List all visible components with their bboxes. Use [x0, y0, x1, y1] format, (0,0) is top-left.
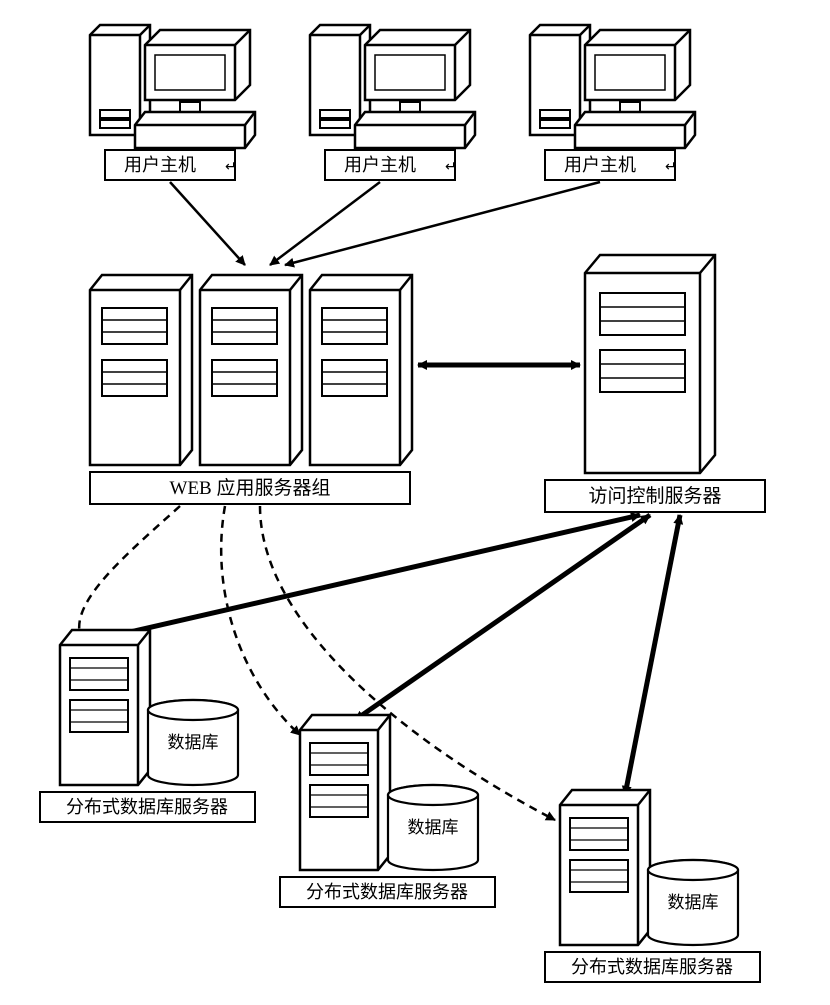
dist-db-server-2-label: 分布式数据库服务器 [306, 882, 468, 902]
web-server-group-label-box: WEB 应用服务器组 [90, 472, 410, 504]
web-server-group-label: WEB 应用服务器组 [170, 477, 331, 499]
dist-db-server-1-label: 分布式数据库服务器 [66, 797, 228, 817]
access-control-server [585, 255, 715, 473]
svg-text:↵: ↵ [665, 160, 677, 175]
user-host-3 [530, 25, 695, 148]
user-host-1 [90, 25, 255, 148]
dist-db-server-2: 数据库 [300, 715, 478, 870]
arrow-access-db3 [625, 515, 680, 795]
user-host-3-label: 用户主机 [564, 155, 636, 175]
access-control-server-label: 访问控制服务器 [588, 485, 721, 507]
dist-db-server-3: 数据库 [560, 790, 738, 945]
user-host-2 [310, 25, 475, 148]
database-2-label: 数据库 [408, 818, 459, 837]
arrow-user3-web [285, 182, 600, 265]
svg-text:↵: ↵ [445, 160, 457, 175]
user-host-3-label-box: 用户主机 ↵ [545, 150, 677, 180]
database-3-label: 数据库 [668, 893, 719, 912]
access-control-server-label-box: 访问控制服务器 [545, 480, 765, 512]
dist-db-server-1-label-box: 分布式数据库服务器 [40, 792, 255, 822]
user-host-2-label-box: 用户主机 ↵ [325, 150, 457, 180]
architecture-diagram: 用户主机 ↵ 用户主机 ↵ 用户主机 ↵ [0, 0, 830, 1000]
arrow-user1-web [170, 182, 245, 265]
database-1-label: 数据库 [168, 733, 219, 752]
user-host-1-label: 用户主机 [124, 155, 196, 175]
user-host-1-label-box: 用户主机 ↵ [105, 150, 237, 180]
user-host-2-label: 用户主机 [344, 155, 416, 175]
dashed-web-db2 [221, 506, 300, 735]
arrow-user2-web [270, 182, 380, 265]
dist-db-server-1: 数据库 [60, 630, 238, 785]
dist-db-server-3-label: 分布式数据库服务器 [571, 957, 733, 977]
dist-db-server-2-label-box: 分布式数据库服务器 [280, 877, 495, 907]
svg-text:↵: ↵ [225, 160, 237, 175]
dist-db-server-3-label-box: 分布式数据库服务器 [545, 952, 760, 982]
web-server-group [90, 275, 412, 465]
